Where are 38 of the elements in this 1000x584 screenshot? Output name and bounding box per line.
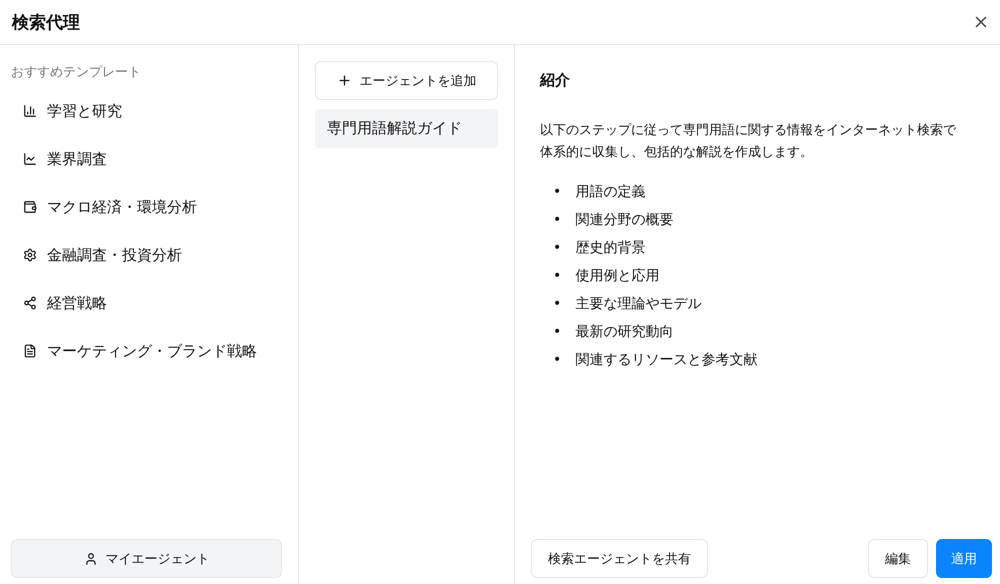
edit-button[interactable]: 編集 xyxy=(868,539,928,578)
user-icon xyxy=(84,552,98,566)
bullet: • xyxy=(553,267,562,286)
window-title: 検索代理 xyxy=(12,12,80,34)
wallet-icon xyxy=(23,200,37,214)
bullet: • xyxy=(553,239,562,258)
bullet: • xyxy=(553,295,562,314)
apply-button[interactable]: 適用 xyxy=(936,539,992,578)
step-item: 関連分野の概要 xyxy=(575,211,674,230)
my-agents-button[interactable]: マイエージェント xyxy=(11,539,282,578)
share-button[interactable]: 検索エージェントを共有 xyxy=(531,539,708,578)
share-icon xyxy=(23,296,37,310)
template-item[interactable]: マーケティング・ブランド戦略 xyxy=(11,327,282,375)
bullet: • xyxy=(553,351,562,370)
step-item: 主要な理論やモデル xyxy=(575,295,702,314)
template-item[interactable]: 学習と研究 xyxy=(11,87,282,135)
bullet: • xyxy=(553,211,562,230)
template-item[interactable]: 業界調査 xyxy=(11,135,282,183)
section-heading: おすすめテンプレート xyxy=(11,64,142,81)
step-item: 使用例と応用 xyxy=(575,267,660,286)
agent-item[interactable]: 専門用語解説ガイド xyxy=(315,109,498,148)
bar-chart-icon xyxy=(23,104,37,118)
bullet: • xyxy=(553,323,562,342)
add-agent-button[interactable]: エージェントを追加 xyxy=(315,61,498,100)
description: 以下のステップに従って専門用語に関する情報をインターネット検索で体系的に収集し、包括的な解説を作成します。 xyxy=(540,122,958,162)
plus-icon xyxy=(336,73,352,88)
bullet: • xyxy=(553,183,562,202)
step-item: 歴史的背景 xyxy=(575,239,646,258)
step-item: 用語の定義 xyxy=(575,183,646,202)
template-item[interactable]: マクロ経済・環境分析 xyxy=(11,183,282,231)
template-item[interactable]: 経営戦略 xyxy=(11,279,282,327)
gear-icon xyxy=(23,248,37,262)
template-item[interactable]: 金融調査・投資分析 xyxy=(11,231,282,279)
step-item: 最新の研究動向 xyxy=(575,323,674,342)
line-chart-icon xyxy=(23,152,37,166)
step-item: 関連するリソースと参考文献 xyxy=(575,351,758,370)
document-icon xyxy=(23,344,37,358)
section-heading: 紹介 xyxy=(540,71,571,90)
